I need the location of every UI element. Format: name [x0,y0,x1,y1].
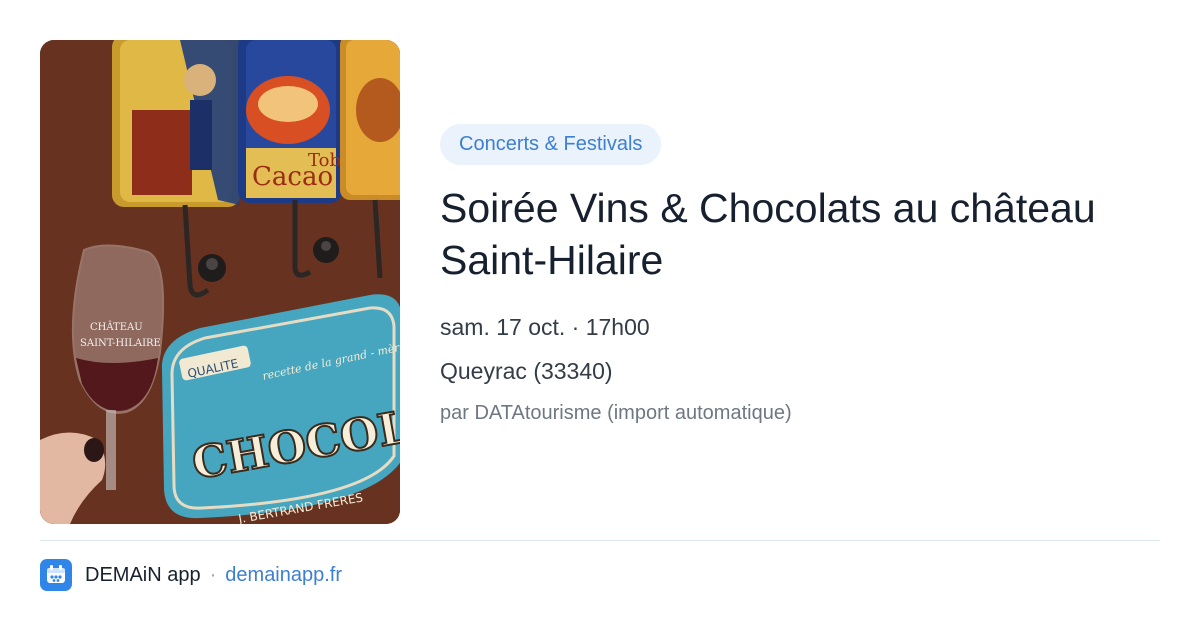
demain-app-icon [40,559,72,591]
glass-engraving-1: CHÂTEAU [90,321,143,333]
footer: DEMAiN app · demainapp.fr [40,558,342,592]
photo-illustration: Cacao Tob QUALITE recette de la grand - … [40,40,400,524]
vintage-tin-right [340,40,400,200]
app-name: DEMAiN app [85,563,201,586]
event-datetime: sam. 17 oct. · 17h00 [440,314,650,340]
tin-label-2: Tob [308,150,341,171]
event-photo[interactable]: Cacao Tob QUALITE recette de la grand - … [40,40,400,524]
event-share-card: Cacao Tob QUALITE recette de la grand - … [0,0,1200,630]
app-domain-link[interactable]: demainapp.fr [225,564,342,587]
category-chip[interactable]: Concerts & Festivals [440,124,662,165]
event-location: Queyrac (33340) [440,358,613,384]
footer-separator: · [209,563,217,586]
glass-engraving-2: SAINT-HILAIRE [80,338,161,349]
divider [40,540,1160,541]
vintage-tin-middle: Cacao Tob [238,40,342,203]
event-source: par DATAtourisme (import automatique) [440,402,792,424]
event-title: Soirée Vins & Chocolats au château Saint… [440,185,1096,283]
vintage-tin-left [112,40,240,207]
